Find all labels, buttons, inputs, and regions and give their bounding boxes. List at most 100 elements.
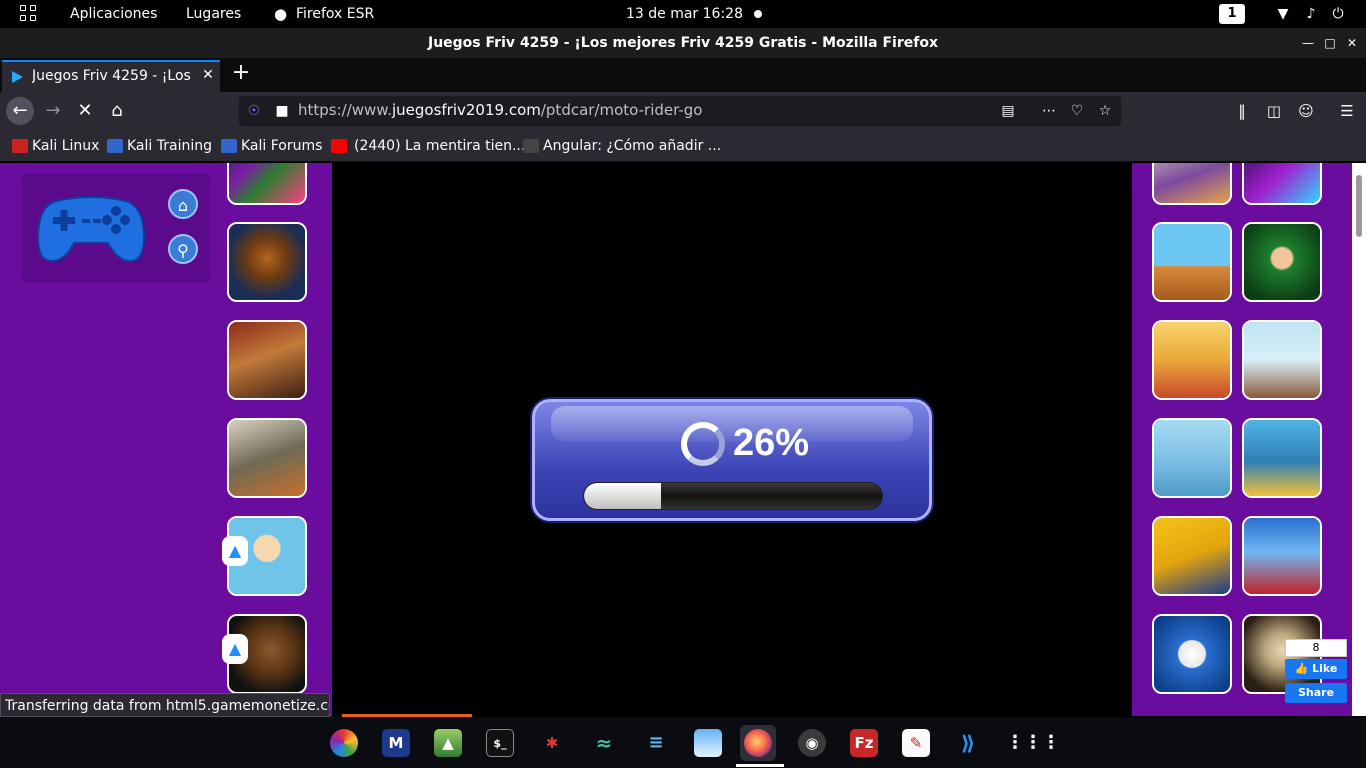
status-bar: Transferring data from html5.gamemonetiz… [0, 693, 330, 717]
tab-juegos-friv[interactable]: Juegos Friv 4259 - ¡Los m ✕ [2, 60, 220, 92]
stop-loading-button[interactable]: ✕ [71, 97, 99, 125]
places-menu[interactable]: Lugares [186, 0, 241, 28]
close-tab-icon[interactable]: ✕ [200, 67, 216, 83]
dock-terminal[interactable]: $_ [482, 725, 518, 761]
loading-panel: 26% [532, 399, 932, 521]
page-actions-icon[interactable]: ⋯ [1040, 102, 1058, 120]
loading-progress-fill [584, 483, 662, 509]
game-thumbnail[interactable] [1242, 163, 1322, 205]
youtube-icon [331, 139, 347, 153]
tracking-protection-icon[interactable]: ☉ [245, 102, 263, 120]
kali-icon [12, 139, 28, 153]
bookmark-kali-linux[interactable]: Kali Linux [12, 137, 99, 155]
dock-show-apps[interactable]: ⋮⋮⋮ [1002, 725, 1060, 761]
facebook-like-button[interactable]: 👍 Like [1285, 659, 1347, 679]
game-thumbnail[interactable] [227, 418, 307, 498]
dock-filezilla[interactable]: Fz [846, 725, 882, 761]
scrollbar-thumb[interactable] [1356, 175, 1362, 237]
page-scrollbar[interactable] [1352, 163, 1366, 716]
gamepad-logo-icon[interactable] [36, 193, 146, 265]
game-thumbnail[interactable] [227, 320, 307, 400]
game-thumbnail[interactable] [227, 163, 307, 205]
window-title: Juegos Friv 4259 - ¡Los mejores Friv 425… [427, 35, 938, 51]
game-thumbnail[interactable] [1152, 320, 1232, 400]
library-icon[interactable]: ‖ [1232, 101, 1252, 121]
tab-strip: Juegos Friv 4259 - ¡Los m ✕ + [0, 58, 1366, 92]
applications-menu[interactable]: Aplicaciones [70, 0, 157, 28]
active-app-menu[interactable]: Firefox ESR [296, 0, 374, 28]
pocket-icon[interactable]: ♡ [1068, 102, 1086, 120]
wifi-icon[interactable]: ▼ [1274, 5, 1292, 23]
dock-text-editor[interactable]: ✎ [898, 725, 934, 761]
kali-training-icon [107, 139, 123, 153]
kali-forums-icon [221, 139, 237, 153]
game-thumbnail[interactable] [1242, 222, 1322, 302]
power-icon[interactable]: ⏻ [1329, 5, 1347, 23]
color-wheel-icon [330, 729, 358, 757]
bookmark-kali-forums[interactable]: Kali Forums [221, 137, 322, 155]
obs-icon: ◉ [798, 729, 826, 757]
dock-settings[interactable]: ≡ [638, 725, 674, 761]
reader-view-icon[interactable]: ▤ [999, 102, 1017, 120]
game-thumbnail[interactable] [227, 222, 307, 302]
bookmark-kali-training[interactable]: Kali Training [107, 137, 212, 155]
bookmark-youtube[interactable]: (2440) La mentira tien... [331, 137, 525, 155]
search-icon[interactable]: ⚲ [168, 234, 198, 264]
hot-badge-icon: ▲ [222, 634, 248, 664]
facebook-widget: 8 👍 Like Share [1285, 639, 1347, 703]
window-titlebar: Juegos Friv 4259 - ¡Los mejores Friv 425… [0, 28, 1366, 58]
minimize-icon[interactable]: — [1300, 35, 1316, 51]
dock-vscode[interactable]: ⟫ [950, 725, 986, 761]
web-page: ⌂ ⚲ ▲ ▲ 26% 8 👍 Like Share [0, 163, 1366, 716]
sidebar-icon[interactable]: ◫ [1264, 101, 1284, 121]
dock-kali-menu[interactable] [326, 725, 362, 761]
home-button[interactable]: ⌂ [103, 97, 131, 125]
game-thumbnail[interactable] [1152, 418, 1232, 498]
metasploit-icon: M [382, 729, 410, 757]
dock-metasploit[interactable]: M [378, 725, 414, 761]
dragon-icon: ≈ [590, 729, 618, 757]
forward-button[interactable]: → [39, 97, 67, 125]
dock-burpsuite[interactable]: ✱ [534, 725, 570, 761]
url-bar[interactable]: ☉ ■ https://www.juegosfriv2019.com/ptdca… [239, 96, 1121, 126]
game-thumbnail[interactable] [1152, 222, 1232, 302]
home-page-button[interactable]: ⌂ [168, 189, 198, 219]
bookmark-star-icon[interactable]: ☆ [1096, 102, 1114, 120]
hot-badge-icon: ▲ [222, 536, 248, 566]
folder-icon [694, 729, 722, 757]
dock-kali-dragon[interactable]: ≈ [586, 725, 622, 761]
active-app-indicator [736, 764, 784, 767]
loading-progress-bar [583, 482, 883, 510]
game-thumbnail[interactable] [1242, 516, 1322, 596]
dock-obs[interactable]: ◉ [794, 725, 830, 761]
workspace-indicator[interactable]: 1 [1219, 4, 1245, 24]
lock-icon[interactable]: ■ [273, 102, 291, 120]
new-tab-button[interactable]: + [230, 62, 252, 84]
dock-firefox[interactable] [740, 725, 776, 761]
game-thumbnail[interactable] [1242, 320, 1322, 400]
game-thumbnail[interactable] [1242, 418, 1322, 498]
close-window-icon[interactable]: ✕ [1344, 35, 1360, 51]
dock-image-viewer[interactable]: ▲ [430, 725, 466, 761]
game-thumbnail[interactable] [1152, 163, 1232, 205]
terminal-icon: $_ [486, 729, 514, 757]
volume-icon[interactable]: ♪ [1302, 5, 1320, 23]
show-apps-grid-icon: ⋮⋮⋮ [1006, 729, 1060, 757]
clock[interactable]: 13 de mar 16:28 [626, 0, 743, 28]
facebook-share-button[interactable]: Share [1285, 683, 1347, 703]
image-viewer-icon: ▲ [434, 729, 462, 757]
game-thumbnail[interactable] [1152, 516, 1232, 596]
dock-files[interactable] [690, 725, 726, 761]
game-thumbnail[interactable] [1152, 614, 1232, 694]
url-text[interactable]: https://www.juegosfriv2019.com/ptdcar/mo… [298, 101, 702, 119]
menu-icon[interactable]: ☰ [1337, 101, 1357, 121]
maximize-icon[interactable]: □ [1322, 35, 1338, 51]
account-icon[interactable]: ☺ [1296, 101, 1316, 121]
text-editor-icon: ✎ [902, 729, 930, 757]
firefox-icon: ● [274, 5, 288, 23]
back-button[interactable]: ← [6, 97, 34, 125]
like-count: 8 [1285, 639, 1347, 657]
app-grid-icon[interactable] [20, 5, 38, 23]
bookmark-angular[interactable]: Angular: ¿Cómo añadir ... [523, 137, 721, 155]
game-canvas[interactable]: 26% [332, 163, 1132, 716]
